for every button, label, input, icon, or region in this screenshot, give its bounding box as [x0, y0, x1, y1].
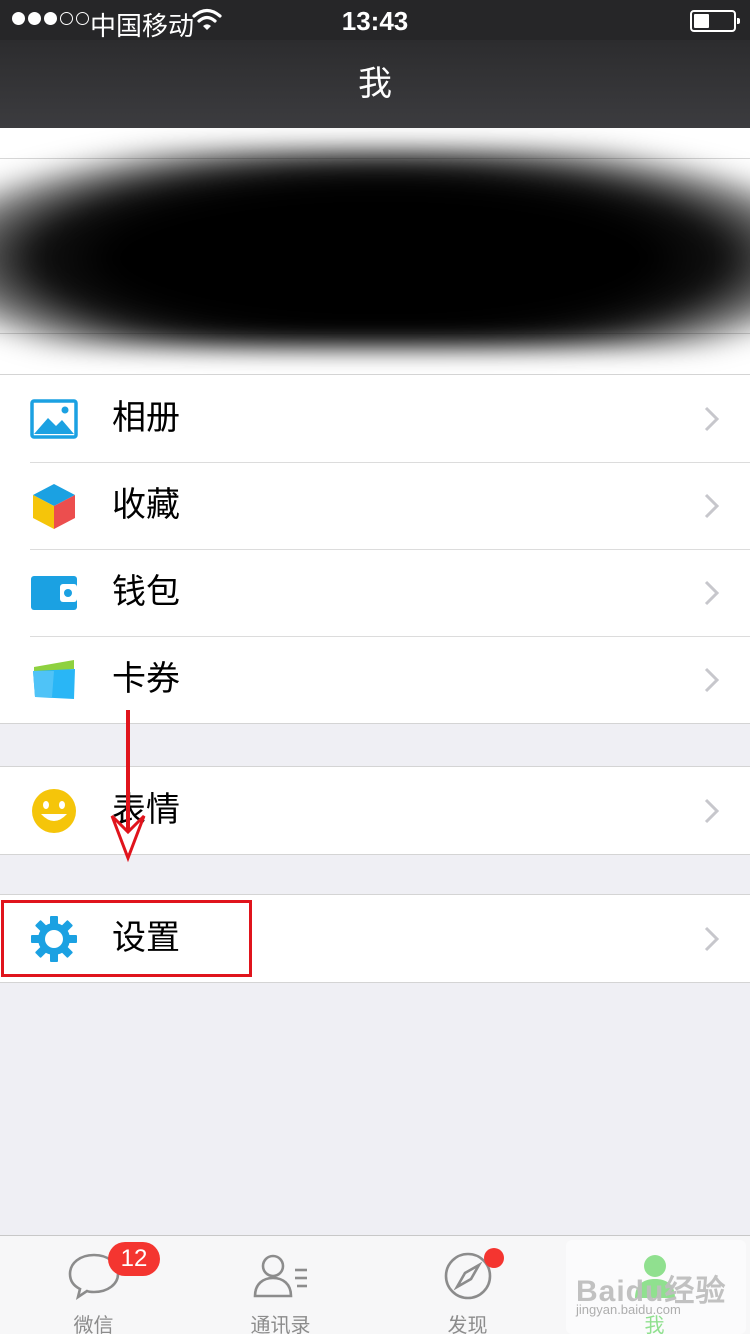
- tab-contacts[interactable]: 通讯录: [187, 1236, 374, 1334]
- contacts-icon: [253, 1254, 307, 1298]
- chevron-right-icon: [704, 580, 720, 606]
- tab-chats[interactable]: 12 微信: [0, 1236, 187, 1334]
- wallet-icon: [31, 576, 77, 610]
- chevron-right-icon: [704, 406, 720, 432]
- page-title: 我: [358, 65, 392, 103]
- menu-group-primary: 相册 收藏 钱包 卡券: [0, 374, 750, 724]
- menu-label: 相册: [112, 399, 180, 437]
- chevron-right-icon: [704, 798, 720, 824]
- card-coupon-icon: [33, 660, 75, 699]
- profile-card[interactable]: [0, 128, 750, 374]
- annotation-highlight-box: [1, 900, 252, 977]
- watermark-url: jingyan.baidu.com: [576, 1302, 681, 1317]
- menu-item-album[interactable]: 相册: [0, 375, 750, 462]
- battery-icon: [690, 10, 740, 32]
- redaction-blur: [0, 148, 750, 348]
- new-activity-dot: [484, 1248, 504, 1268]
- chevron-right-icon: [704, 667, 720, 693]
- nav-bar: 我: [0, 40, 750, 128]
- menu-label: 钱包: [112, 573, 180, 611]
- chevron-right-icon: [704, 926, 720, 952]
- status-bar: 中国移动 13:43: [0, 0, 750, 41]
- emoji-smile-icon: [32, 789, 76, 833]
- menu-item-favorites[interactable]: 收藏: [0, 462, 750, 549]
- favorites-cube-icon: [33, 484, 75, 529]
- tab-label: 发现: [447, 1315, 488, 1334]
- tab-label: 微信: [73, 1315, 114, 1334]
- status-time: 13:43: [341, 6, 409, 36]
- menu-label: 收藏: [112, 486, 180, 524]
- photo-album-icon: [30, 399, 78, 439]
- unread-badge: 12: [108, 1242, 160, 1276]
- baidu-jingyan-watermark: Baidu经验 jingyan.baidu.com: [566, 1240, 746, 1334]
- tab-discover[interactable]: 发现: [374, 1236, 561, 1334]
- annotation-arrow: [110, 710, 146, 863]
- chevron-right-icon: [704, 493, 720, 519]
- tab-label: 通讯录: [250, 1315, 311, 1334]
- menu-item-wallet[interactable]: 钱包: [0, 549, 750, 636]
